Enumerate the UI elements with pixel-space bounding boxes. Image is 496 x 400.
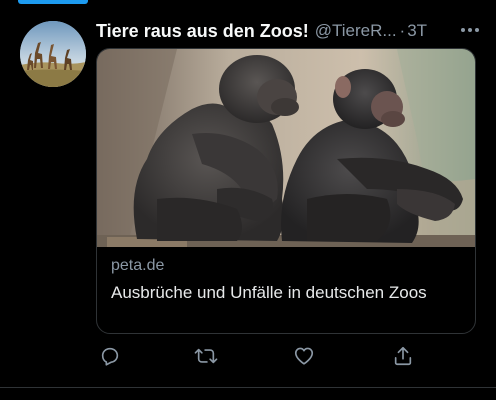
avatar[interactable] bbox=[20, 21, 86, 87]
tweet[interactable]: Tiere raus aus den Zoos! @TiereR... · 3T bbox=[0, 0, 496, 400]
user-handle[interactable]: @TiereR... bbox=[315, 21, 397, 41]
giraffes-avatar-icon bbox=[20, 21, 86, 87]
like-button[interactable] bbox=[290, 342, 318, 370]
card-title: Ausbrüche und Unfälle in deutschen Zoos bbox=[111, 283, 427, 302]
more-horizontal-icon bbox=[461, 28, 479, 32]
share-icon bbox=[394, 346, 412, 366]
heart-icon bbox=[294, 347, 314, 365]
tweet-divider bbox=[0, 387, 496, 388]
card-domain: peta.de bbox=[111, 257, 165, 274]
tweet-header: Tiere raus aus den Zoos! @TiereR... · 3T bbox=[96, 18, 486, 44]
display-name[interactable]: Tiere raus aus den Zoos! bbox=[96, 21, 309, 42]
retweet-button[interactable] bbox=[192, 342, 220, 370]
reply-button[interactable] bbox=[96, 342, 124, 370]
retweet-icon bbox=[194, 348, 218, 364]
share-button[interactable] bbox=[389, 342, 417, 370]
reply-icon bbox=[101, 347, 119, 366]
separator-dot: · bbox=[399, 21, 406, 40]
link-card[interactable]: peta.de Ausbrüche und Unfälle in deutsch… bbox=[96, 48, 476, 334]
more-options-button[interactable] bbox=[458, 18, 482, 42]
tweet-actions bbox=[96, 342, 426, 370]
card-image[interactable] bbox=[97, 49, 475, 247]
chimpanzees-photo bbox=[97, 49, 475, 247]
timestamp[interactable]: 3T bbox=[407, 21, 427, 41]
